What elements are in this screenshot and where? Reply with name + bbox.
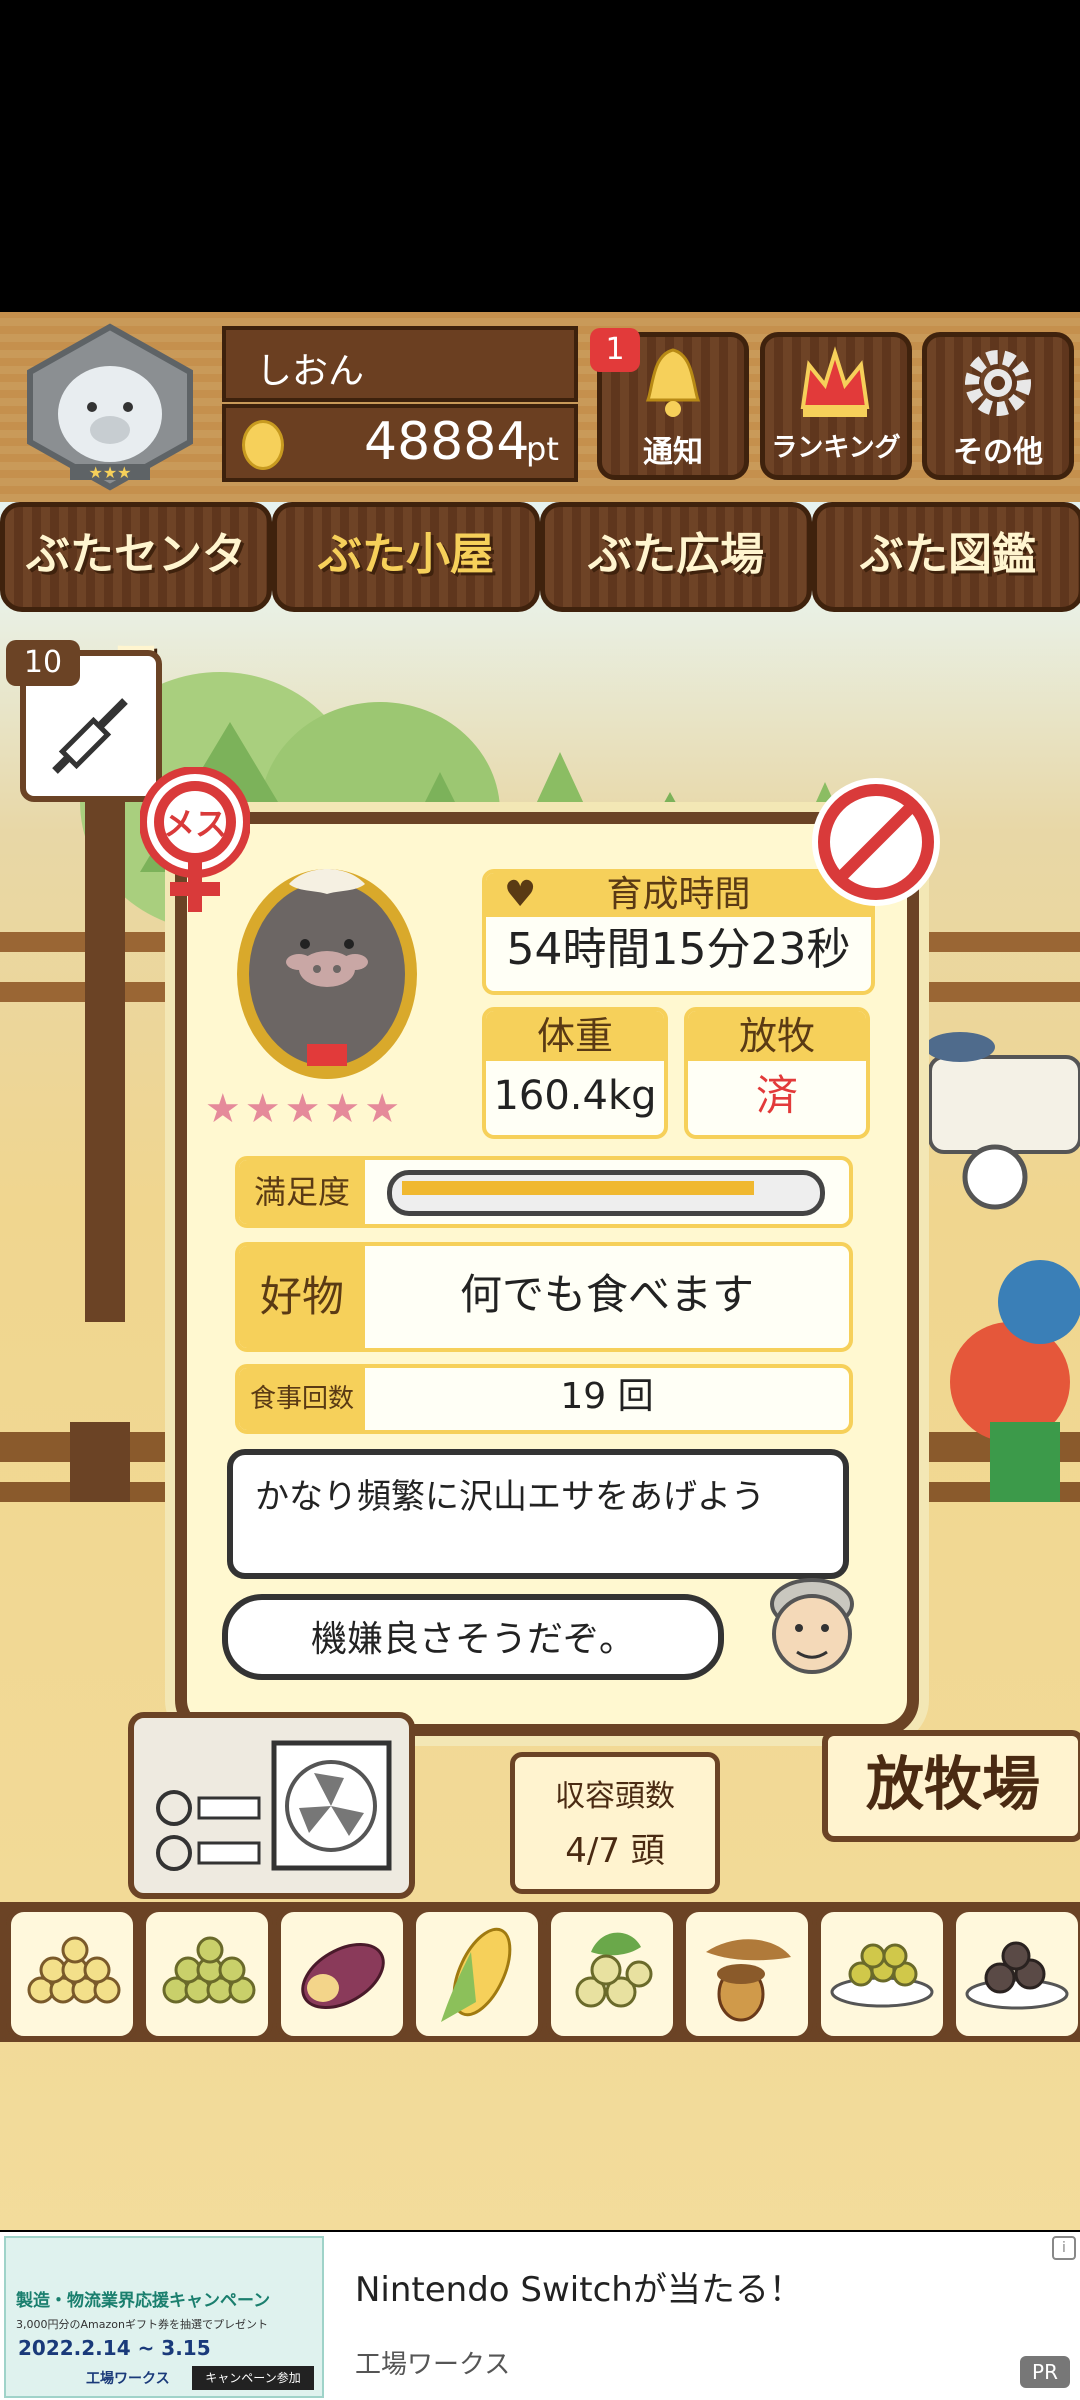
feed-button-soybean[interactable] — [546, 1907, 678, 2041]
growth-time-value: 54時間15分23秒 — [506, 924, 851, 975]
player-name-box: しおん — [222, 326, 578, 402]
tab-buta-center[interactable]: ぶたセンター — [0, 502, 272, 676]
mood-text: 機嫌良さそうだぞ。 — [310, 1619, 635, 1660]
notification-label: 通知 — [643, 435, 703, 470]
ventilation-panel[interactable] — [128, 1712, 415, 1899]
favorite-label: 好物 — [239, 1246, 365, 1348]
weight-box: 体重 160.4kg — [482, 1007, 668, 1139]
other-button[interactable]: その他 — [922, 332, 1074, 480]
other-label: その他 — [953, 435, 1043, 470]
satisfaction-bar-fill — [402, 1181, 754, 1195]
ranking-label: ランキング — [771, 433, 901, 463]
points-box: 48884 pt — [222, 404, 578, 482]
favorite-value: 何でも食べます — [459, 1270, 754, 1319]
syringe-count: 10 — [6, 640, 80, 686]
ad-date: 2022.2.14 ~ 3.15 — [18, 2336, 211, 2360]
grazing-box: 放牧 済 — [684, 1007, 870, 1139]
feed-button-sweet-potato[interactable] — [276, 1907, 408, 2041]
tab-buta-koya[interactable]: ぶた小屋 — [272, 502, 540, 612]
advice-bubble: かなり頻繁に沢山エサをあげよう — [227, 1449, 849, 1579]
ad-info-icon[interactable]: i — [1052, 2236, 1076, 2260]
favorite-box: 好物 何でも食べます — [235, 1242, 853, 1352]
meals-label: 食事回数 — [239, 1368, 365, 1430]
ad-campaign: 製造・物流業界応援キャンペーン — [16, 2291, 271, 2311]
crown-icon — [800, 346, 870, 417]
coin-icon — [242, 420, 284, 470]
feed-button-bowl-feed[interactable] — [816, 1907, 948, 2041]
player-name: しおん — [256, 351, 365, 392]
feed-button-2[interactable] — [141, 1907, 273, 2041]
pig-portrait — [227, 864, 427, 1094]
gender-label: メス — [162, 805, 227, 843]
feed-button-acorn[interactable] — [681, 1907, 813, 2041]
tab-buta-zukan[interactable]: ぶた図鑑 — [812, 502, 1080, 612]
grazing-label: 放牧 — [688, 1011, 866, 1061]
ad-advertiser: 工場ワークス — [355, 2350, 511, 2380]
weight-value: 160.4kg — [493, 1073, 657, 1119]
points-unit: pt — [526, 430, 559, 468]
heart-icon: ♥ — [504, 874, 537, 915]
notification-badge: 1 — [590, 328, 640, 372]
gender-badge: メス — [140, 767, 250, 917]
pig-status-card: ★★★★★ ♥ 育成時間 54時間15分23秒 体重 160.4kg 放牧 済 … — [175, 812, 919, 1736]
tab-buta-hiroba[interactable]: ぶた広場 — [540, 502, 812, 612]
ad-title[interactable]: Nintendo Switchが当たる！ — [355, 2262, 803, 2311]
meals-value: 19 回 — [560, 1376, 654, 1417]
mood-bubble: 機嫌良さそうだぞ。 — [222, 1594, 724, 1680]
capacity-value: 4/7 頭 — [565, 1831, 665, 1871]
ad-banner[interactable]: 製造・物流業界応援キャンペーン 3,000円分のAmazonギフト券を抽選でプレ… — [0, 2232, 1080, 2400]
capacity-label: 収容頭数 — [555, 1779, 675, 1814]
svg-text:★★★: ★★★ — [88, 463, 131, 482]
meals-box: 食事回数 19 回 — [235, 1364, 853, 1434]
pasture-button[interactable]: 放牧場 — [822, 1730, 1080, 1842]
ad-image[interactable]: 製造・物流業界応援キャンペーン 3,000円分のAmazonギフト券を抽選でプレ… — [4, 2236, 324, 2398]
capacity-sign: 収容頭数 4/7 頭 — [510, 1752, 720, 1894]
avatar[interactable]: ★★★ — [20, 322, 200, 492]
advice-text: かなり頻繁に沢山エサをあげよう — [255, 1477, 765, 1517]
weight-label: 体重 — [486, 1011, 664, 1061]
feed-button-corn[interactable] — [411, 1907, 543, 2041]
satisfaction-box: 満足度 — [235, 1156, 853, 1228]
grazing-value: 済 — [755, 1071, 798, 1120]
top-bar: ★★★ しおん 48884 pt 通知 1 ランキング その他 — [0, 312, 1080, 502]
ad-gift: 3,000円分のAmazonギフト券を抽選でプレゼント — [16, 2318, 268, 2331]
farmer-icon — [770, 1578, 854, 1674]
gear-icon — [965, 350, 1031, 416]
no-injection-icon[interactable] — [806, 772, 946, 912]
feed-button-premium[interactable] — [951, 1907, 1080, 2041]
ad-brand: 工場ワークス — [86, 2371, 170, 2387]
satisfaction-label: 満足度 — [239, 1160, 365, 1224]
bell-icon — [645, 348, 701, 417]
points-value: 48884 — [364, 412, 530, 472]
game-screen: ★★★ しおん 48884 pt 通知 1 ランキング その他 ぶたセンタ ぶた… — [0, 312, 1080, 2230]
ad-pr-badge: PR — [1020, 2356, 1070, 2388]
satisfaction-bar — [387, 1170, 825, 1216]
ranking-button[interactable]: ランキング — [760, 332, 912, 480]
feed-button-1[interactable] — [6, 1907, 138, 2041]
ad-join-button[interactable]: キャンペーン参加 — [192, 2366, 314, 2390]
growth-time-label: 育成時間 — [606, 874, 751, 915]
fan-icon — [156, 1740, 392, 1871]
rarity-stars: ★★★★★ — [204, 1086, 405, 1132]
syringe-icon — [52, 698, 128, 774]
